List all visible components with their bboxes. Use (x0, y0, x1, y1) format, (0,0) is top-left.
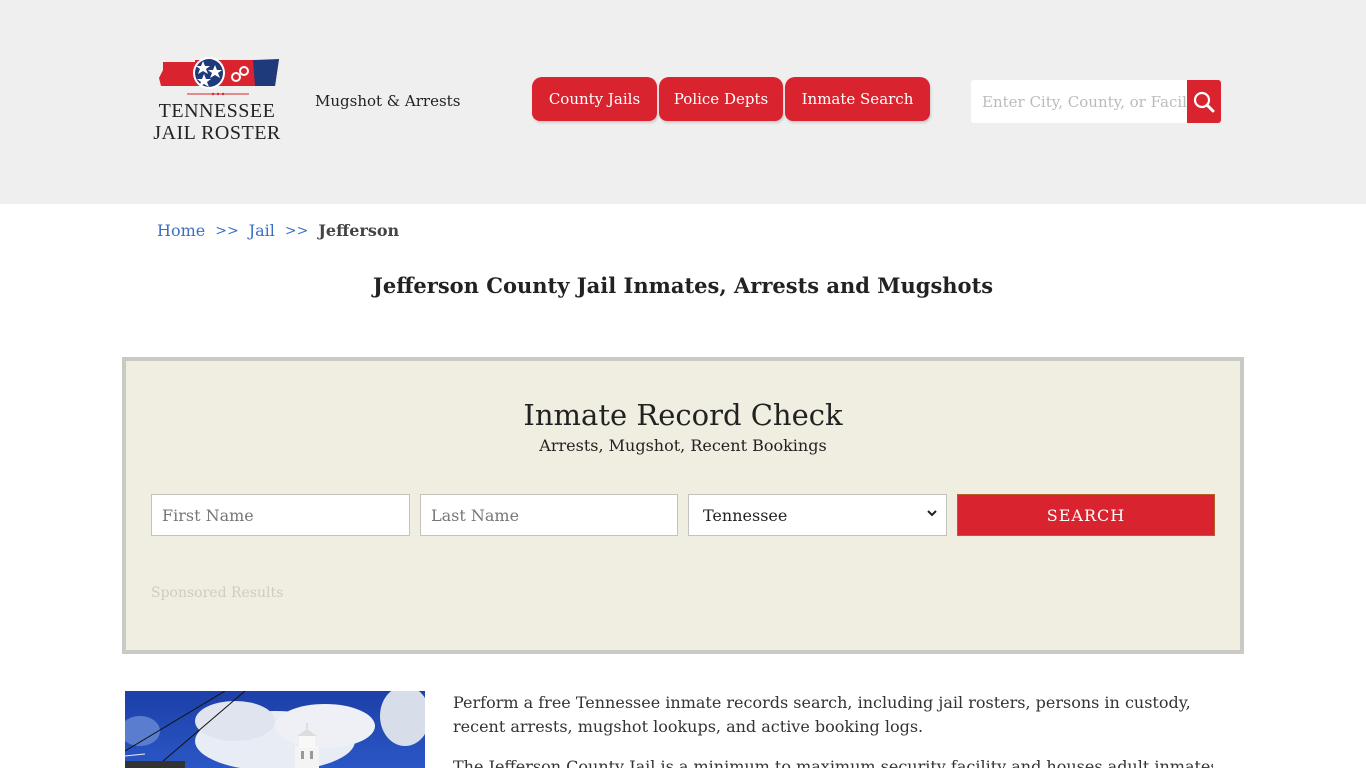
first-name-input[interactable] (151, 494, 410, 536)
nav-county-jails[interactable]: County Jails (532, 77, 657, 121)
site-search (971, 80, 1221, 123)
site-logo[interactable]: TENNESSEE JAIL ROSTER (152, 56, 282, 148)
intro-paragraph: Perform a free Tennessee inmate records … (453, 693, 1191, 736)
chevron-down-icon (927, 510, 937, 517)
county-courthouse-photo (125, 691, 425, 768)
breadcrumb-current: Jefferson (318, 221, 400, 240)
panel-subtitle: Arrests, Mugshot, Recent Bookings (539, 436, 827, 455)
site-search-input[interactable] (971, 80, 1187, 123)
description-paragraph: The Jefferson County Jail is a minimum t… (453, 757, 1213, 768)
main-nav: County Jails Police Depts Inmate Search (532, 77, 932, 121)
courthouse-image (125, 691, 425, 768)
last-name-input[interactable] (420, 494, 678, 536)
sponsored-results-label: Sponsored Results (151, 585, 284, 601)
breadcrumb-home[interactable]: Home (157, 221, 205, 241)
logo-text: TENNESSEE JAIL ROSTER (152, 100, 282, 144)
record-search-button[interactable]: SEARCH (957, 494, 1215, 536)
breadcrumb-separator: >> (215, 223, 239, 239)
tennessee-flag-icon (159, 57, 279, 96)
nav-inmate-search[interactable]: Inmate Search (785, 77, 930, 121)
panel-title: Inmate Record Check (523, 398, 843, 432)
search-icon (1193, 91, 1215, 112)
site-header: TENNESSEE JAIL ROSTER Mugshot & Arrests … (0, 0, 1366, 204)
breadcrumb-separator: >> (284, 223, 309, 239)
logo-line-2: JAIL ROSTER (153, 122, 281, 144)
nav-police-depts[interactable]: Police Depts (659, 77, 783, 121)
breadcrumb: Home >> Jail >> Jefferson (157, 221, 399, 241)
inmate-record-check-panel: Inmate Record Check Arrests, Mugshot, Re… (122, 357, 1244, 654)
page-title: Jefferson County Jail Inmates, Arrests a… (372, 273, 994, 298)
logo-line-1: TENNESSEE (158, 100, 276, 122)
site-search-button[interactable] (1187, 80, 1221, 123)
state-select[interactable]: Tennessee (688, 494, 947, 536)
breadcrumb-jail[interactable]: Jail (249, 221, 275, 241)
tagline: Mugshot & Arrests (315, 92, 461, 110)
state-select-value: Tennessee (703, 505, 788, 525)
